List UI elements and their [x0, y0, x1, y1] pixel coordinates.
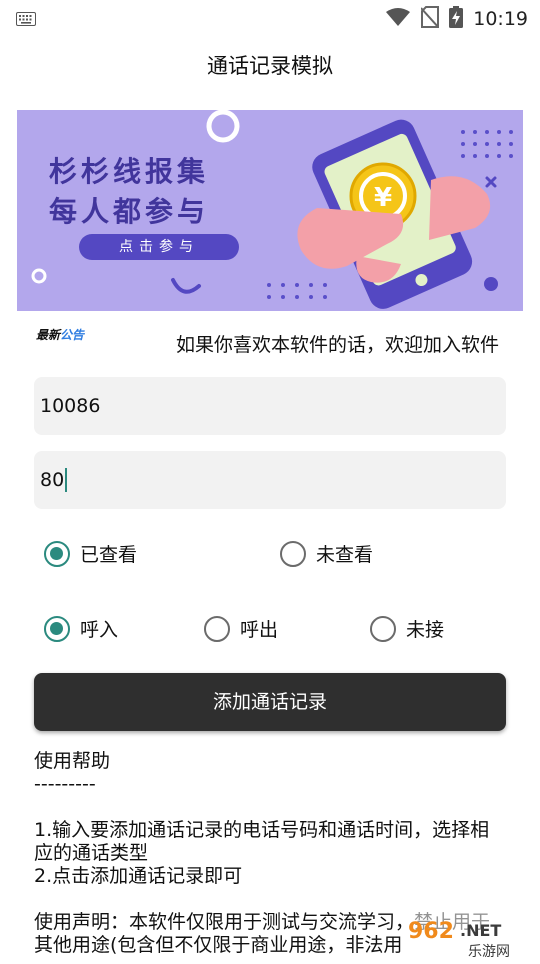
svg-text:962: 962 — [408, 919, 454, 944]
call-duration-value: 80 — [40, 469, 65, 491]
call-duration-field[interactable]: 80 — [34, 451, 506, 509]
radio-viewed[interactable]: 已查看 — [44, 540, 137, 567]
radio-incoming-label: 呼入 — [80, 619, 119, 641]
radio-unchecked-icon — [280, 540, 306, 567]
wifi-icon — [385, 7, 411, 31]
site-watermark-logo: 962 .NET 乐游网 — [402, 912, 540, 960]
radio-missed-label: 未接 — [406, 619, 445, 641]
radio-unviewed[interactable]: 未查看 — [280, 540, 373, 567]
page-title: 通话记录模拟 — [207, 54, 333, 78]
banner-subheadline: 每人都参与 — [49, 195, 210, 228]
text-cursor — [65, 468, 68, 492]
help-title: 使用帮助 — [34, 750, 111, 772]
keyboard-icon — [16, 11, 36, 30]
radio-checked-icon — [44, 540, 70, 567]
radio-unviewed-label: 未查看 — [316, 544, 374, 566]
radio-missed[interactable]: 未接 — [370, 615, 444, 642]
phone-number-field[interactable]: 10086 — [34, 377, 506, 435]
phone-number-value: 10086 — [40, 395, 101, 417]
radio-outgoing-label: 呼出 — [240, 619, 279, 641]
notice-marquee[interactable]: 如果你喜欢本软件的话，欢迎加入软件 — [176, 330, 524, 357]
help-step-1: 1.输入要添加通话记录的电话号码和通话时间，选择相应的通话类型 — [34, 819, 490, 864]
radio-viewed-label: 已查看 — [80, 544, 138, 566]
banner-headline: 杉杉线报集 — [49, 155, 210, 188]
radio-unchecked-icon — [204, 615, 230, 642]
add-call-record-button[interactable]: 添加通话记录 — [34, 673, 506, 731]
svg-text:¥: ¥ — [374, 183, 392, 213]
notice-badge-main: 最新 — [36, 328, 61, 342]
no-sim-icon — [420, 6, 440, 32]
radio-checked-icon — [44, 615, 70, 642]
notice-badge-accent: 公告 — [60, 328, 85, 342]
help-step-2: 2.点击添加通话记录即可 — [34, 865, 243, 887]
battery-charging-icon — [449, 6, 464, 32]
status-time: 10:19 — [473, 8, 528, 30]
promo-banner[interactable]: ¥ 杉杉线报集 每人都参与 点击参与 — [17, 110, 523, 311]
svg-text:.NET: .NET — [460, 921, 501, 940]
help-divider: --------- — [34, 773, 96, 795]
radio-unchecked-icon — [370, 615, 396, 642]
notice-badge: 最新公告 — [36, 326, 84, 343]
radio-outgoing[interactable]: 呼出 — [204, 615, 278, 642]
banner-cta-button[interactable]: 点击参与 — [79, 234, 239, 260]
svg-text:乐游网: 乐游网 — [468, 944, 510, 960]
radio-incoming[interactable]: 呼入 — [44, 615, 118, 642]
status-bar: 10:19 — [0, 0, 540, 36]
